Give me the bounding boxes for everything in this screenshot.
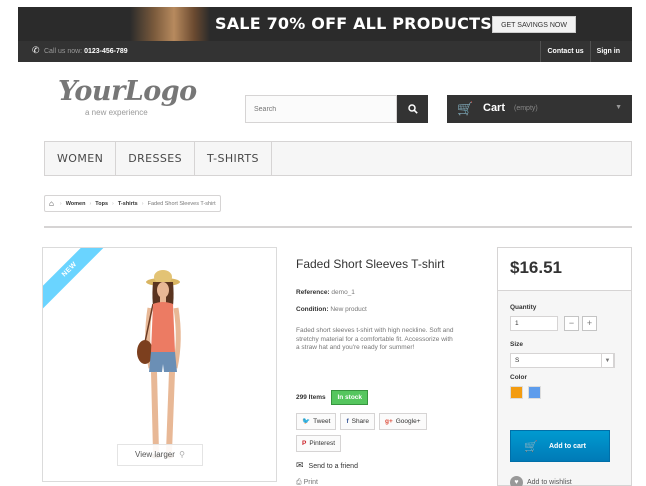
breadcrumb-tshirts[interactable]: T-shirts bbox=[118, 201, 138, 207]
send-to-friend-link[interactable]: ✉ Send to a friend bbox=[296, 460, 358, 471]
quantity-label: Quantity bbox=[510, 304, 537, 311]
phone-info: ✆ Call us now: 0123-456-789 bbox=[32, 45, 128, 56]
chevron-down-icon: ▼ bbox=[601, 353, 614, 368]
breadcrumb-separator: › bbox=[59, 200, 62, 207]
logo-tagline: a new experience bbox=[85, 108, 148, 117]
wishlist-label: Add to wishlist bbox=[527, 479, 572, 486]
product-condition: Condition: New product bbox=[296, 306, 367, 313]
search-button[interactable] bbox=[397, 95, 428, 123]
utility-bar: ✆ Call us now: 0123-456-789 Contact us Si… bbox=[18, 41, 632, 62]
size-label: Size bbox=[510, 341, 524, 348]
phone-prefix: Call us now: bbox=[44, 48, 83, 55]
phone-number: 0123-456-789 bbox=[84, 48, 128, 55]
get-savings-button[interactable]: GET SAVINGS NOW bbox=[492, 16, 576, 33]
social-share-row-1: 🐦 Tweet f Share g+ Google+ bbox=[296, 413, 431, 430]
share-label: Share bbox=[351, 418, 369, 425]
cart-label: Cart bbox=[483, 102, 506, 114]
breadcrumb-separator: › bbox=[141, 200, 144, 207]
sign-in-link[interactable]: Sign in bbox=[589, 41, 626, 62]
product-photo[interactable] bbox=[123, 260, 203, 470]
cart-icon: 🛒 bbox=[457, 101, 474, 116]
buy-box: $16.51 Quantity 1 − + Size S ▼ Color 🛒 A… bbox=[497, 247, 632, 486]
view-larger-button[interactable]: View larger ⚲ bbox=[117, 444, 203, 466]
pinterest-label: Pinterest bbox=[309, 440, 335, 447]
facebook-icon: f bbox=[346, 418, 349, 425]
tweet-label: Tweet bbox=[313, 418, 331, 425]
google-plus-button[interactable]: g+ Google+ bbox=[378, 413, 427, 430]
size-select[interactable]: S ▼ bbox=[510, 353, 615, 368]
condition-label: Condition: bbox=[296, 306, 329, 313]
add-to-wishlist-link[interactable]: ♥ Add to wishlist bbox=[510, 476, 572, 486]
promo-banner-text: SALE 70% OFF ALL PRODUCTS bbox=[215, 14, 492, 33]
new-ribbon: NEW bbox=[43, 248, 115, 315]
reference-value: demo_1 bbox=[331, 289, 355, 296]
main-nav: WOMEN DRESSES T-SHIRTS bbox=[44, 141, 632, 176]
quantity-input[interactable]: 1 bbox=[510, 316, 558, 331]
search-form bbox=[245, 95, 428, 123]
print-link[interactable]: ⎙ Print bbox=[296, 479, 318, 486]
pinterest-button[interactable]: P Pinterest bbox=[296, 435, 341, 452]
phone-icon: ✆ bbox=[32, 45, 40, 55]
google-plus-label: Google+ bbox=[395, 418, 421, 425]
product-image-container[interactable]: NEW View larger ⚲ bbox=[42, 247, 277, 482]
tweet-button[interactable]: 🐦 Tweet bbox=[296, 413, 337, 430]
size-value: S bbox=[515, 357, 520, 364]
breadcrumb-tops[interactable]: Tops bbox=[95, 201, 108, 207]
color-swatch-orange[interactable] bbox=[510, 386, 523, 399]
search-input[interactable] bbox=[245, 95, 397, 123]
home-icon[interactable]: ⌂ bbox=[49, 199, 54, 208]
heart-icon: ♥ bbox=[510, 476, 523, 486]
color-label: Color bbox=[510, 374, 527, 381]
nav-item-women[interactable]: WOMEN bbox=[45, 142, 117, 175]
promo-banner-image bbox=[130, 7, 210, 41]
envelope-icon: ✉ bbox=[296, 460, 304, 470]
google-plus-icon: g+ bbox=[384, 418, 393, 425]
contact-us-link[interactable]: Contact us bbox=[540, 41, 589, 62]
promo-banner[interactable]: SALE 70% OFF ALL PRODUCTS GET SAVINGS NO… bbox=[18, 7, 632, 41]
share-button[interactable]: f Share bbox=[340, 413, 375, 430]
nav-item-tshirts[interactable]: T-SHIRTS bbox=[195, 142, 272, 175]
site-logo[interactable]: YourLogo a new experience bbox=[58, 76, 218, 122]
cart-icon: 🛒 bbox=[524, 441, 538, 453]
condition-value: New product bbox=[330, 306, 367, 313]
print-label: Print bbox=[303, 479, 318, 486]
cart-button[interactable]: 🛒 Cart (empty) ▼ bbox=[447, 95, 632, 123]
nav-item-dresses[interactable]: DRESSES bbox=[116, 142, 195, 175]
zoom-icon: ⚲ bbox=[179, 450, 185, 459]
price-box: $16.51 bbox=[498, 248, 631, 291]
product-title: Faded Short Sleeves T-shirt bbox=[296, 257, 445, 271]
logo-wordmark: YourLogo bbox=[58, 76, 197, 107]
add-to-cart-button[interactable]: 🛒 Add to cart bbox=[510, 430, 610, 462]
account-links: Contact us Sign in bbox=[540, 41, 626, 62]
stock-count: 299 Items bbox=[296, 394, 326, 401]
social-share-row-2: P Pinterest bbox=[296, 435, 345, 452]
quantity-increase-button[interactable]: + bbox=[582, 316, 597, 331]
view-larger-label: View larger bbox=[135, 450, 175, 459]
pinterest-icon: P bbox=[302, 440, 307, 447]
twitter-icon: 🐦 bbox=[302, 418, 311, 425]
product-info: Faded Short Sleeves T-shirt Reference: d… bbox=[296, 257, 486, 486]
color-swatch-blue[interactable] bbox=[528, 386, 541, 399]
breadcrumb-separator: › bbox=[112, 200, 114, 207]
cart-status: (empty) bbox=[514, 105, 538, 112]
product-reference: Reference: demo_1 bbox=[296, 289, 355, 296]
reference-label: Reference: bbox=[296, 289, 330, 296]
product-description: Faded short sleeves t-shirt with high ne… bbox=[296, 327, 454, 351]
stock-badge: In stock bbox=[331, 390, 369, 405]
print-icon: ⎙ bbox=[296, 479, 302, 486]
quantity-decrease-button[interactable]: − bbox=[564, 316, 579, 331]
stock-info: 299 Items In stock bbox=[296, 390, 369, 405]
breadcrumb: ⌂ › Women › Tops › T-shirts › Faded Shor… bbox=[44, 195, 221, 212]
add-to-cart-label: Add to cart bbox=[549, 443, 586, 450]
product-price: $16.51 bbox=[510, 258, 562, 277]
send-to-friend-label: Send to a friend bbox=[308, 463, 358, 470]
breadcrumb-women[interactable]: Women bbox=[66, 201, 86, 207]
content-divider bbox=[44, 226, 632, 228]
chevron-down-icon: ▼ bbox=[615, 104, 622, 111]
breadcrumb-current: Faded Short Sleeves T-shirt bbox=[147, 200, 216, 207]
search-icon bbox=[407, 104, 418, 114]
breadcrumb-separator: › bbox=[89, 200, 92, 207]
